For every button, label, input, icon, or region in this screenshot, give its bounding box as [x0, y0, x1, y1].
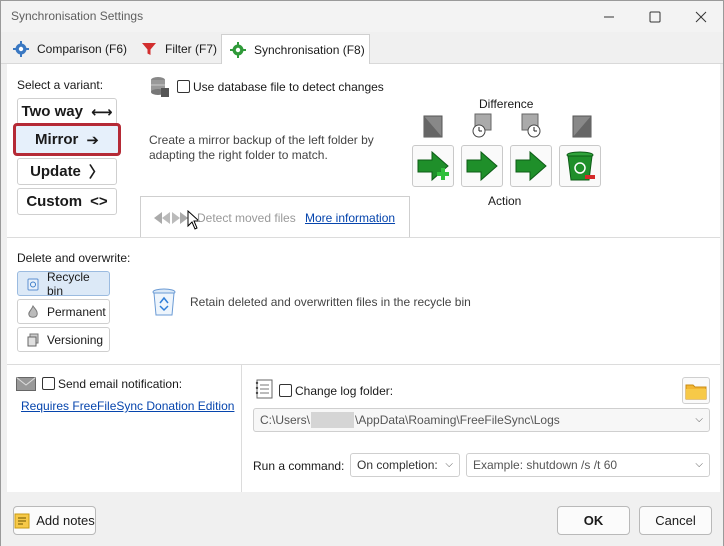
- log-folder-label: Change log folder:: [295, 384, 394, 398]
- tab-comparison[interactable]: Comparison (F6): [5, 35, 131, 63]
- delete-heading: Delete and overwrite:: [17, 251, 131, 265]
- two-way-label: Two way: [21, 103, 83, 120]
- email-label: Send email notification:: [58, 377, 183, 391]
- title-bar: Synchronisation Settings: [1, 1, 723, 32]
- command-trigger-value: On completion:: [357, 458, 438, 472]
- email-checkbox[interactable]: [42, 377, 55, 390]
- mirror-button[interactable]: Mirror ➔: [13, 123, 121, 156]
- log-path-prefix: C:\Users\: [260, 413, 311, 427]
- log-file-icon: [255, 379, 273, 399]
- versioning-icon: [27, 333, 39, 346]
- tab-comparison-label: Comparison (F6): [37, 42, 128, 56]
- green-arrow-plus-icon: [417, 150, 449, 182]
- custom-arrow-icon: <>: [90, 193, 108, 210]
- section-divider: [7, 237, 720, 238]
- cancel-button[interactable]: Cancel: [639, 506, 712, 535]
- ok-label: OK: [583, 513, 604, 528]
- log-path-suffix: \AppData\Roaming\FreeFileSync\Logs: [355, 413, 560, 427]
- command-trigger-select[interactable]: On completion: ⌵: [350, 453, 460, 477]
- detect-moved-arrows-icon: [154, 212, 188, 224]
- database-icon: [151, 77, 169, 97]
- sync-gear-icon: [230, 41, 246, 58]
- run-command-label: Run a command:: [253, 459, 345, 473]
- versioning-button[interactable]: Versioning: [17, 327, 110, 352]
- close-button[interactable]: [678, 1, 724, 32]
- log-folder-path[interactable]: C:\Users\ \AppData\Roaming\FreeFileSync\…: [253, 408, 710, 432]
- tab-filter-label: Filter (F7): [165, 42, 217, 56]
- two-way-arrow-icon: ⟷: [90, 103, 113, 121]
- section-divider: [7, 364, 720, 365]
- delete-description: Retain deleted and overwritten files in …: [190, 295, 471, 309]
- mirror-arrow-icon: ➔: [86, 131, 99, 149]
- log-folder-checkbox[interactable]: [279, 384, 292, 397]
- update-button[interactable]: Update 〉: [17, 158, 117, 185]
- minimize-icon: [604, 16, 614, 17]
- mirror-label: Mirror: [35, 131, 79, 148]
- cancel-label: Cancel: [655, 513, 696, 528]
- left-only-file-icon: [423, 115, 443, 138]
- recycle-bin-delete-icon: [566, 151, 595, 181]
- right-newer-file-icon: [521, 113, 541, 138]
- minimize-button[interactable]: [586, 1, 632, 32]
- redacted-username: [311, 412, 355, 428]
- recycle-bin-label: Recycle bin: [47, 269, 90, 298]
- vertical-divider: [241, 365, 242, 492]
- donation-edition-link[interactable]: Requires FreeFileSync Donation Edition: [21, 399, 234, 413]
- maximize-button[interactable]: [632, 1, 678, 32]
- folder-icon: [685, 384, 707, 399]
- recycle-bin-button[interactable]: Recycle bin: [17, 269, 110, 298]
- create-left-action-button[interactable]: [412, 145, 454, 187]
- command-placeholder: Example: shutdown /s /t 60: [473, 458, 618, 472]
- update-label: Update: [30, 163, 81, 180]
- variant-description: Create a mirror backup of the left folde…: [149, 133, 374, 162]
- settings-window: Synchronisation Settings Comparison (F6)…: [0, 0, 724, 546]
- add-notes-label: Add notes: [36, 513, 95, 528]
- green-arrow-icon: [466, 150, 498, 182]
- left-newer-file-icon: [472, 113, 492, 138]
- recycle-bin-icon: [27, 278, 39, 290]
- difference-label: Difference: [479, 97, 534, 111]
- detect-moved-label: Detect moved files: [197, 211, 296, 225]
- gear-icon: [13, 41, 29, 57]
- notes-icon: [14, 513, 30, 528]
- tab-synchronisation[interactable]: Synchronisation (F8): [221, 34, 370, 64]
- update-right-newer-action-button[interactable]: [510, 145, 552, 187]
- recycle-bin-large-icon: [152, 288, 176, 316]
- variant-heading: Select a variant:: [17, 78, 104, 92]
- database-label: Use database file to detect changes: [193, 80, 384, 94]
- tab-filter[interactable]: Filter (F7): [133, 35, 219, 63]
- chevron-down-icon: ⌵: [445, 459, 453, 470]
- ok-button[interactable]: OK: [557, 506, 630, 535]
- permanent-label: Permanent: [47, 304, 106, 319]
- database-checkbox[interactable]: [177, 80, 190, 93]
- command-input[interactable]: Example: shutdown /s /t 60 ⌵: [466, 453, 710, 477]
- window-title: Synchronisation Settings: [11, 9, 144, 23]
- close-icon: [695, 11, 707, 22]
- add-notes-button[interactable]: Add notes: [13, 506, 96, 535]
- custom-label: Custom: [26, 193, 83, 210]
- update-arrow-icon: 〉: [88, 164, 104, 181]
- two-way-button[interactable]: Two way ⟷: [17, 98, 117, 125]
- browse-folder-button[interactable]: [682, 377, 710, 404]
- more-information-link[interactable]: More information: [305, 211, 395, 225]
- green-arrow-icon: [515, 150, 547, 182]
- custom-button[interactable]: Custom <>: [17, 188, 117, 215]
- action-label: Action: [488, 194, 522, 208]
- filter-icon: [142, 43, 156, 55]
- right-only-file-icon: [572, 115, 592, 138]
- chevron-down-icon: ⌵: [695, 414, 703, 425]
- envelope-icon: [16, 377, 36, 391]
- maximize-icon: [649, 11, 661, 22]
- versioning-label: Versioning: [47, 332, 104, 347]
- chevron-down-icon: ⌵: [695, 459, 703, 470]
- tab-synchronisation-label: Synchronisation (F8): [254, 42, 365, 57]
- delete-right-action-button[interactable]: [559, 145, 601, 187]
- flame-icon: [28, 304, 38, 318]
- permanent-button[interactable]: Permanent: [17, 299, 110, 324]
- update-left-newer-action-button[interactable]: [461, 145, 503, 187]
